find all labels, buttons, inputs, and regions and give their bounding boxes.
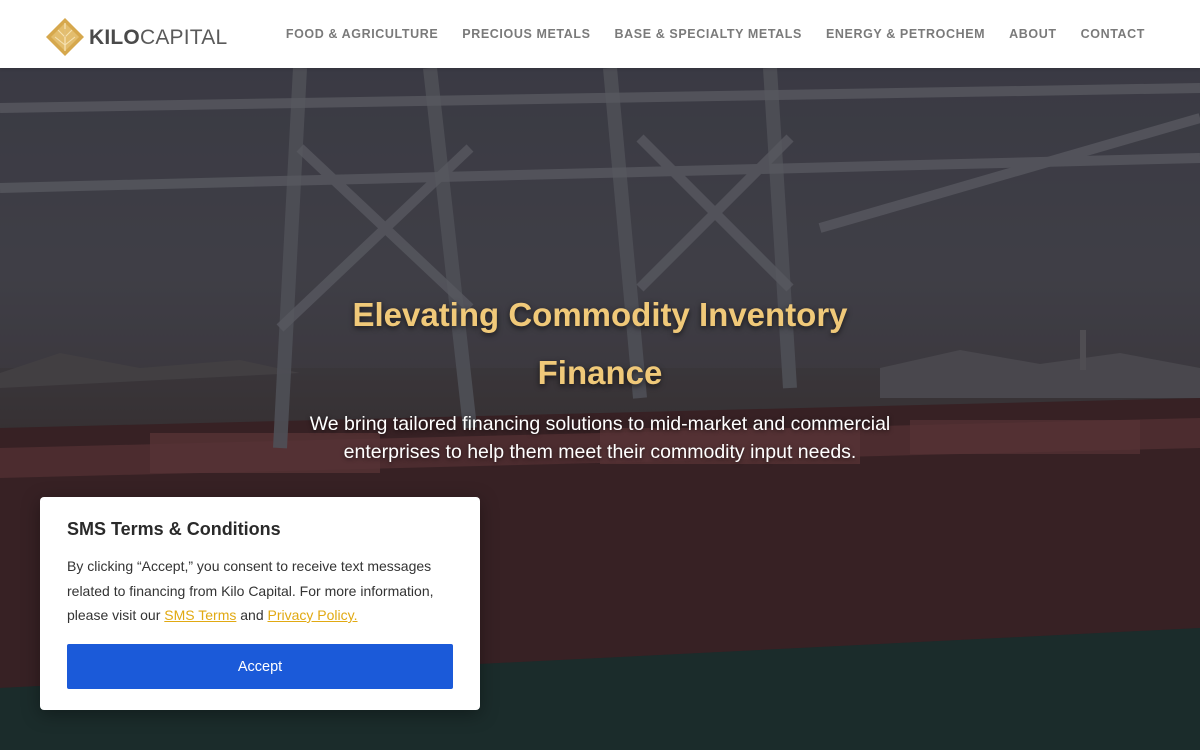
site-header: KILOCAPITAL FOOD & AGRICULTURE PRECIOUS … — [0, 0, 1200, 68]
logo-text-light: CAPITAL — [139, 25, 228, 49]
diamond-leaf-icon — [46, 18, 84, 56]
nav-about[interactable]: ABOUT — [1009, 27, 1056, 41]
main-nav: FOOD & AGRICULTURE PRECIOUS METALS BASE … — [286, 0, 1145, 68]
hero-subtitle: We bring tailored financing solutions to… — [309, 413, 891, 463]
kilo-capital-logo[interactable]: KILOCAPITAL — [45, 17, 227, 57]
sms-terms-modal: SMS Terms & Conditions By clicking “Acce… — [40, 497, 480, 710]
privacy-policy-link[interactable]: Privacy Policy. — [268, 607, 358, 623]
nav-energy-petrochem[interactable]: ENERGY & PETROCHEM — [826, 27, 985, 41]
nav-food-agriculture[interactable]: FOOD & AGRICULTURE — [286, 27, 438, 41]
nav-base-specialty-metals[interactable]: BASE & SPECIALTY METALS — [615, 27, 802, 41]
accept-button[interactable]: Accept — [67, 644, 453, 689]
logo-text-bold: KILO — [89, 25, 140, 49]
nav-precious-metals[interactable]: PRECIOUS METALS — [462, 27, 590, 41]
hero-title: Elevating Commodity Inventory Finance — [352, 296, 848, 391]
nav-contact[interactable]: CONTACT — [1081, 27, 1145, 41]
sms-body-connector: and — [236, 607, 268, 623]
sms-terms-link[interactable]: SMS Terms — [164, 607, 236, 623]
logo-wordmark: KILOCAPITAL — [89, 27, 227, 48]
sms-modal-title: SMS Terms & Conditions — [67, 519, 281, 539]
sms-modal-body: By clicking “Accept,” you consent to rec… — [67, 554, 453, 628]
